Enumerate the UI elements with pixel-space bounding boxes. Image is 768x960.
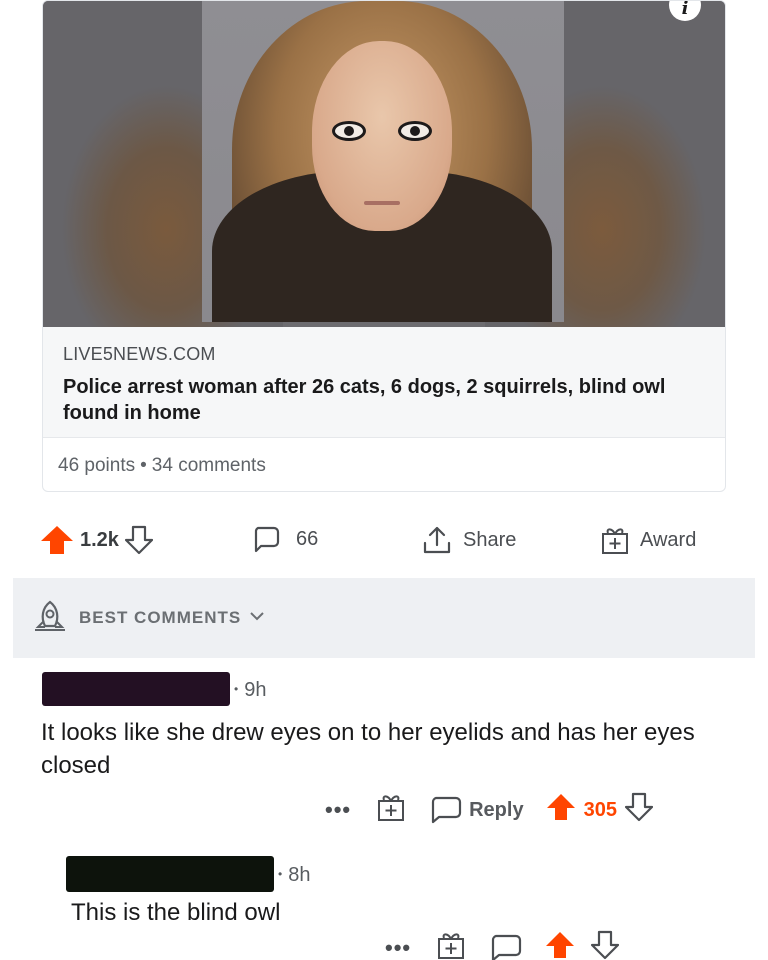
reply-button[interactable]: Reply bbox=[429, 795, 524, 825]
downvote-arrow-icon[interactable] bbox=[591, 930, 620, 960]
post-meta: 46 points • 34 comments bbox=[43, 438, 725, 491]
comment-body: It looks like she drew eyes on to her ey… bbox=[41, 719, 695, 779]
link-domain: LIVE5NEWS.COM bbox=[63, 344, 216, 364]
comment-score: 305 bbox=[583, 798, 617, 821]
comment-body: This is the blind owl bbox=[71, 899, 281, 926]
more-icon[interactable]: ••• bbox=[325, 797, 351, 823]
comment-actions: ••• Reply 305 bbox=[325, 792, 654, 828]
downvote-arrow-icon[interactable] bbox=[624, 792, 654, 828]
reply-label: Reply bbox=[469, 798, 524, 821]
link-headline[interactable]: Police arrest woman after 26 cats, 6 dog… bbox=[63, 374, 705, 426]
post-action-bar: 1.2k 66 Share Award bbox=[0, 515, 768, 573]
downvote-arrow-icon[interactable] bbox=[124, 525, 153, 555]
gift-icon[interactable] bbox=[437, 930, 465, 960]
rocket-icon bbox=[33, 599, 67, 638]
chevron-down-icon[interactable] bbox=[249, 609, 265, 627]
share-icon bbox=[421, 525, 453, 555]
sort-label: BEST COMMENTS bbox=[79, 608, 242, 627]
award-button[interactable]: Award bbox=[600, 525, 696, 555]
comment-bubble-icon bbox=[432, 796, 462, 824]
share-button[interactable]: Share bbox=[421, 525, 516, 555]
comment-sort-bar[interactable]: BEST COMMENTS bbox=[13, 578, 755, 658]
link-text-area[interactable]: LIVE5NEWS.COM Police arrest woman after … bbox=[43, 327, 725, 438]
link-preview-card[interactable]: i LIVE5NEWS.COM Police arrest woman afte… bbox=[42, 0, 726, 492]
upvote-count: 1.2k bbox=[80, 528, 119, 551]
gift-icon bbox=[600, 525, 630, 555]
upvote-arrow-icon[interactable] bbox=[546, 793, 576, 827]
share-label: Share bbox=[463, 528, 517, 551]
more-icon[interactable]: ••• bbox=[385, 935, 411, 960]
comment-timestamp: 8h bbox=[278, 864, 310, 887]
upvote-arrow-icon[interactable] bbox=[40, 525, 74, 555]
vote-control: 1.2k bbox=[40, 525, 153, 555]
redacted-username bbox=[66, 856, 274, 892]
comment-actions: ••• bbox=[385, 930, 620, 960]
redacted-username bbox=[42, 672, 230, 706]
reply-button[interactable] bbox=[489, 933, 523, 960]
comment-bubble-icon bbox=[492, 934, 522, 960]
gift-icon[interactable] bbox=[377, 792, 405, 828]
award-label: Award bbox=[640, 528, 697, 551]
comments-button[interactable]: 66 bbox=[252, 525, 318, 553]
mugshot-photo bbox=[202, 1, 564, 322]
upvote-arrow-icon[interactable] bbox=[545, 931, 575, 960]
post-comments-count: 34 comments bbox=[151, 455, 266, 476]
meta-separator: • bbox=[140, 455, 147, 476]
comment-bubble-icon bbox=[252, 525, 280, 553]
comments-count: 66 bbox=[296, 527, 319, 550]
comment-timestamp: 9h bbox=[234, 679, 266, 702]
post-points: 46 points bbox=[58, 455, 136, 476]
article-thumbnail[interactable]: i bbox=[43, 1, 725, 327]
